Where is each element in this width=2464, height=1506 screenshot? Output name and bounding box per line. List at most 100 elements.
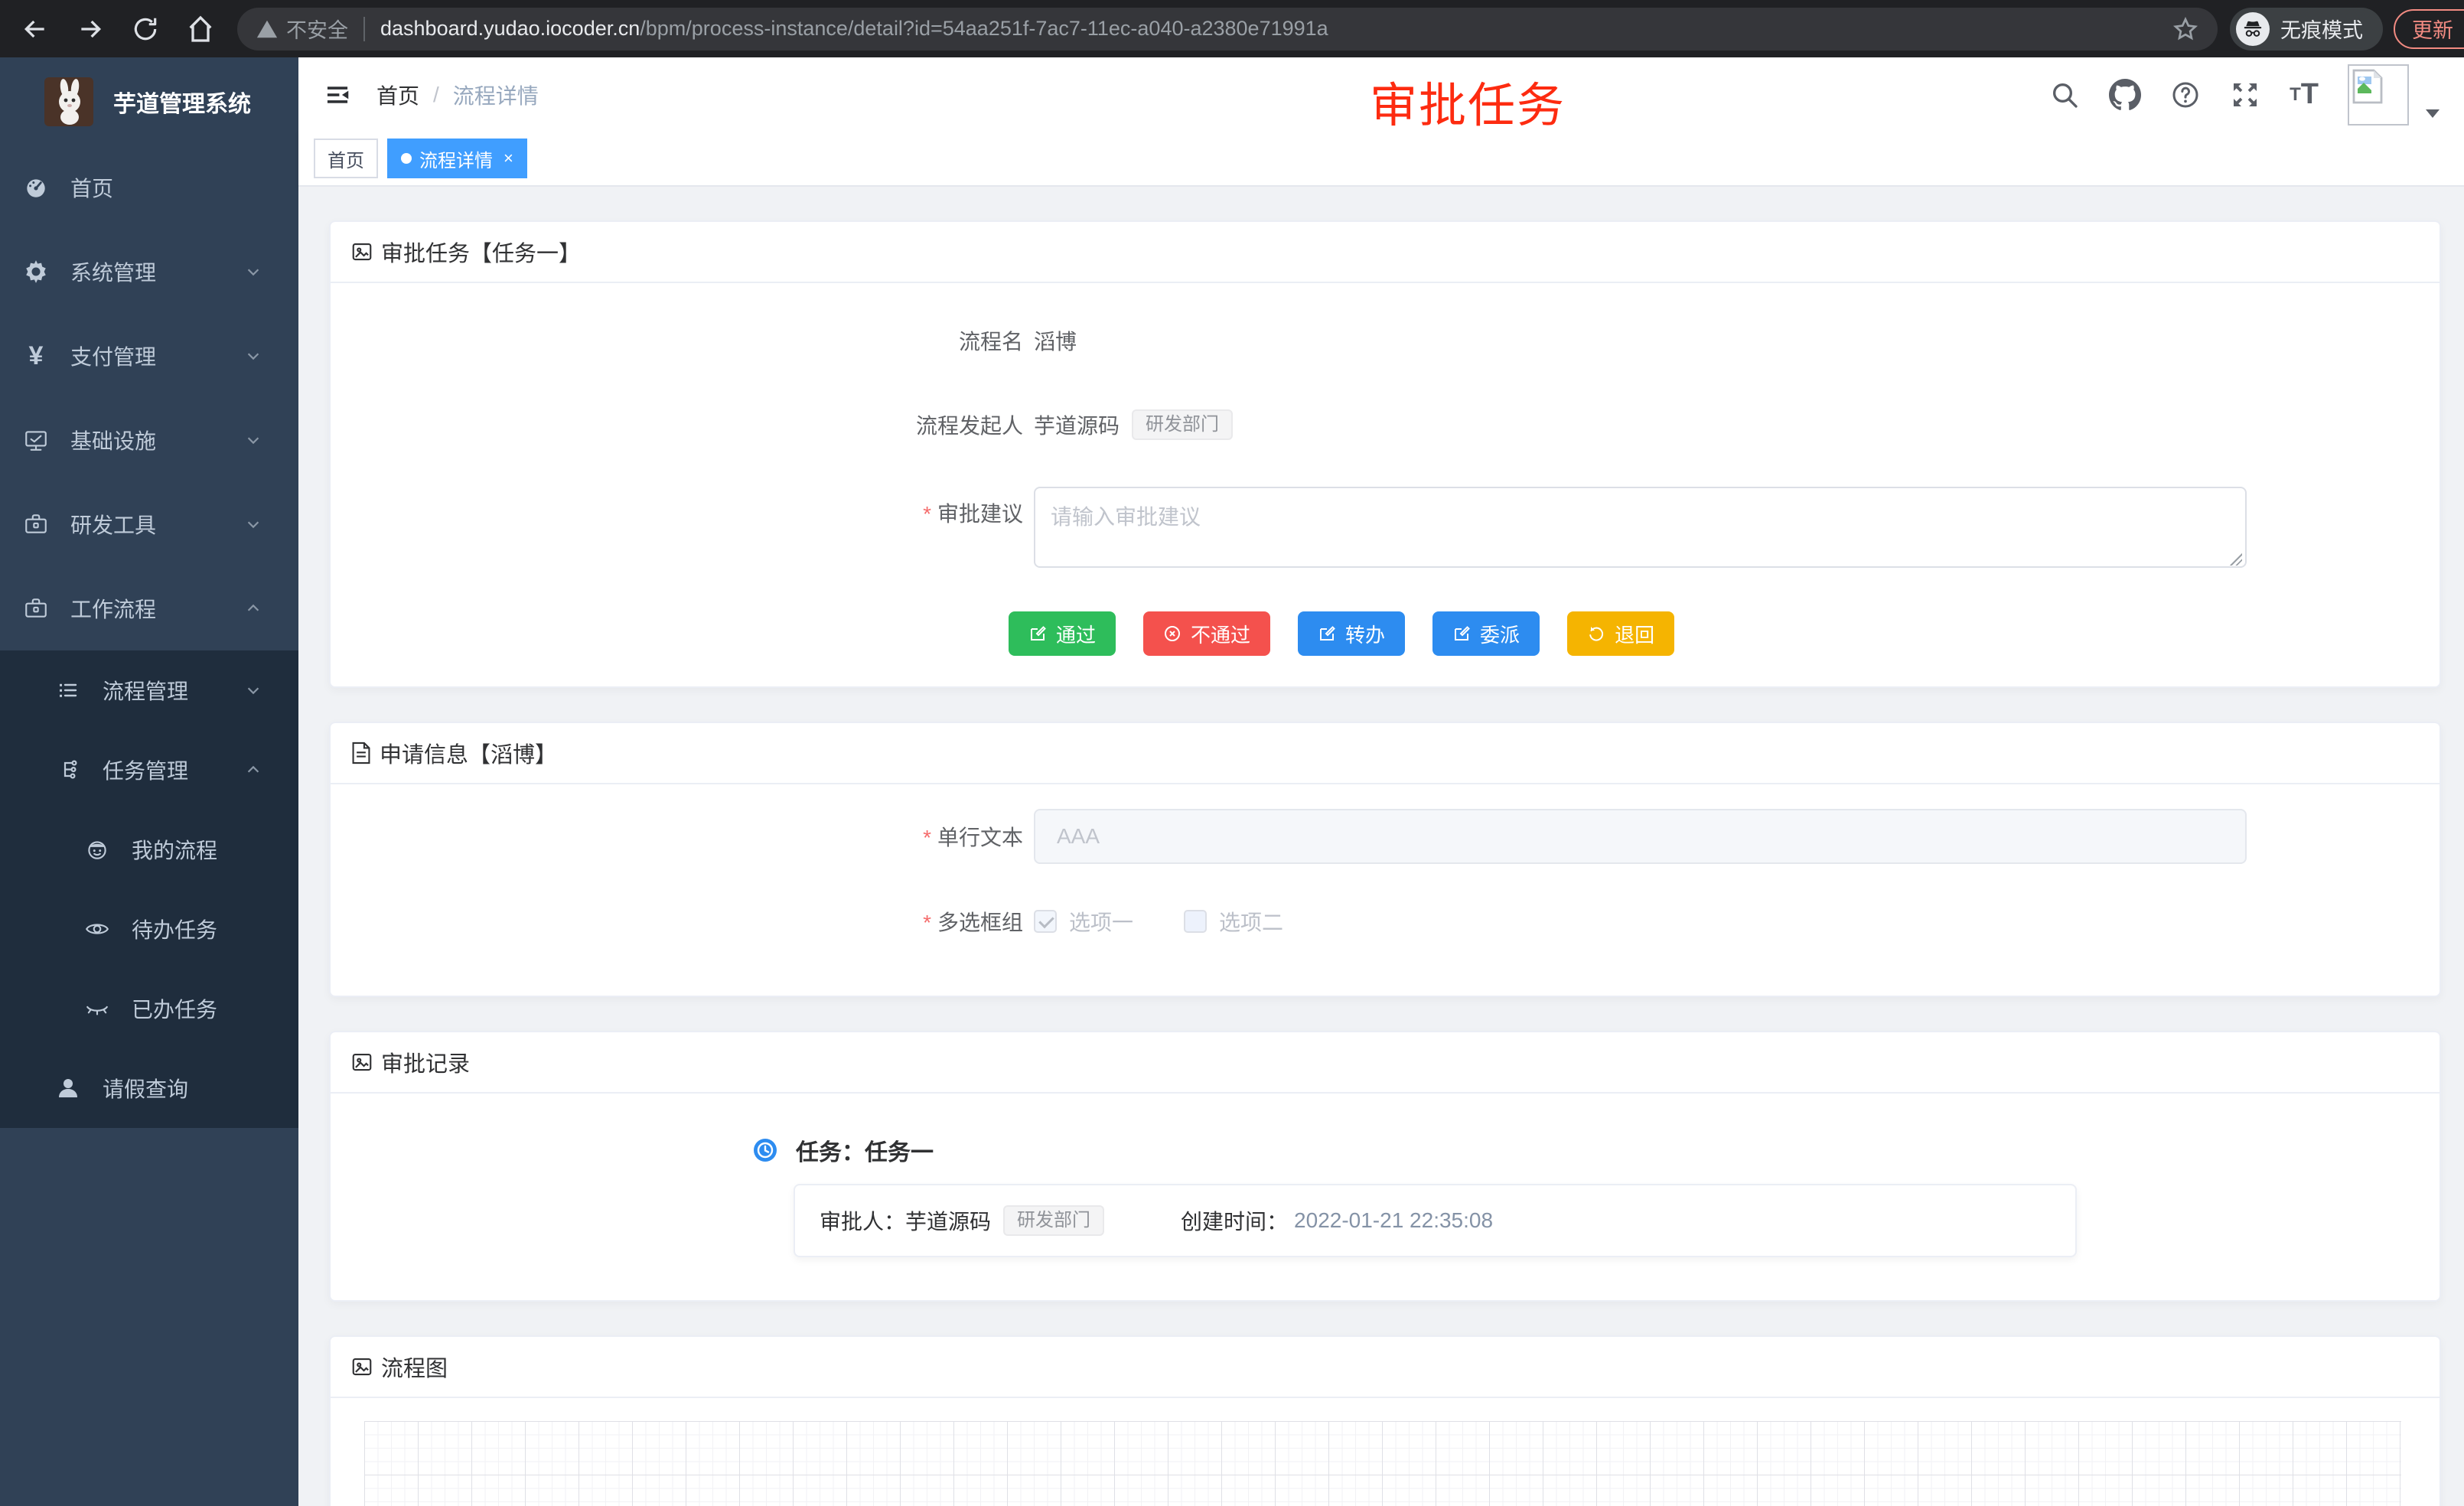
dashboard-icon [23,174,49,200]
sidebar-item-label: 任务管理 [103,755,188,785]
tab-label: 流程详情 [419,145,493,172]
fullscreen-icon[interactable] [2230,80,2260,110]
tab-label: 首页 [328,145,364,172]
sidebar-item-process-mgmt[interactable]: 流程管理 [0,650,298,730]
application-info-card: 申请信息【滔博】 *单行文本 *多选框组 选项一 [329,722,2441,997]
chevron-up-icon [245,600,262,617]
user-solid-icon [55,1076,81,1100]
process-name-value: 滔博 [1034,325,1077,356]
sidebar-item-my-process[interactable]: 我的流程 [0,810,298,889]
home-icon[interactable] [184,12,217,46]
help-icon[interactable] [2170,80,2201,110]
delegate-button[interactable]: 委派 [1432,611,1540,656]
eye-open-icon [84,915,110,943]
tab-process-detail[interactable]: 流程详情 × [387,139,527,178]
sidebar-item-infra[interactable]: 基础设施 [0,398,298,482]
sidebar-item-label: 工作流程 [70,593,156,624]
picture-icon [350,1051,373,1074]
sidebar-item-task-mgmt[interactable]: 任务管理 [0,730,298,810]
breadcrumb: 首页 / 流程详情 [376,80,539,110]
url-path: /bpm/process-instance/detail?id=54aa251f… [640,17,1328,40]
workflow-submenu: 流程管理 任务管理 我的流程 [0,650,298,1128]
incognito-label: 无痕模式 [2280,14,2363,44]
forward-icon[interactable] [73,12,107,46]
edit-icon [1318,624,1336,643]
address-bar[interactable]: 不安全 dashboard.yudao.iocoder.cn/bpm/proce… [237,8,2218,51]
bpmn-canvas-grid[interactable] [364,1421,2401,1506]
approval-task-card: 审批任务【任务一】 流程名 滔博 流程发起人 芋道源码 研发部门 [329,220,2441,688]
update-button[interactable]: 更新 [2394,9,2464,49]
single-text-label: 单行文本 [937,826,1023,849]
sidebar-item-label: 研发工具 [70,509,156,539]
screen: 不安全 dashboard.yudao.iocoder.cn/bpm/proce… [0,0,2464,1506]
tab-close-icon[interactable]: × [504,148,513,168]
sidebar: 芋道管理系统 首页 系统管理 ¥ [0,57,298,1506]
tabbar: 首页 流程详情 × [298,132,2464,187]
initiator-value: 芋道源码 研发部门 [1034,409,1233,440]
active-dot-icon [401,153,412,164]
single-text-input[interactable] [1034,809,2247,864]
chevron-down-icon [245,432,262,448]
card-title: 审批任务【任务一】 [381,236,581,268]
approval-actions: 通过 不通过 转办 委 [1009,611,2440,656]
checkbox-group: 选项一 选项二 [1034,906,1334,937]
sidebar-item-label: 流程管理 [103,675,188,706]
sidebar-item-home[interactable]: 首页 [0,145,298,230]
task-title: 任务：任务一 [796,1133,934,1167]
suggestion-textarea[interactable] [1034,487,2247,568]
sidebar-item-label: 请假查询 [103,1073,188,1103]
search-icon[interactable] [2049,80,2080,110]
font-size-icon[interactable]: TT [2290,78,2319,111]
sidebar-item-label: 支付管理 [70,341,156,371]
broken-image-icon [2348,64,2409,126]
sidebar-item-done-tasks[interactable]: 已办任务 [0,969,298,1048]
breadcrumb-separator: / [433,83,439,107]
return-button[interactable]: 退回 [1567,611,1674,656]
sidebar-toggle-icon[interactable] [323,80,352,109]
tab-home[interactable]: 首页 [314,139,378,178]
top-navbar: 首页 / 流程详情 审批任务 [298,57,2464,132]
checkbox-option-1[interactable]: 选项一 [1034,906,1133,937]
chevron-down-icon [245,347,262,364]
sidebar-item-todo-tasks[interactable]: 待办任务 [0,889,298,969]
yen-icon: ¥ [23,343,49,369]
transfer-button[interactable]: 转办 [1298,611,1405,656]
record-timeline: 任务：任务一 [753,1133,2440,1167]
sidebar-item-label: 我的流程 [132,834,217,865]
gear-icon [23,259,49,285]
sidebar-item-devtools[interactable]: 研发工具 [0,482,298,566]
process-diagram-card: 流程图 [329,1335,2441,1506]
breadcrumb-home[interactable]: 首页 [376,80,419,110]
refresh-left-icon [1587,624,1605,643]
annotation-overlay: 审批任务 [1370,67,1566,135]
checkbox-option-2[interactable]: 选项二 [1184,906,1283,937]
back-icon[interactable] [18,12,52,46]
sidebar-item-system[interactable]: 系统管理 [0,230,298,314]
picture-icon [350,240,373,263]
user-avatar[interactable] [2348,64,2441,126]
monitor-icon [23,427,49,453]
card-title: 审批记录 [381,1046,470,1078]
bookmark-star-icon[interactable] [2172,15,2199,43]
sidebar-item-workflow[interactable]: 工作流程 [0,566,298,650]
sidebar-item-leave-query[interactable]: 请假查询 [0,1048,298,1128]
reject-button[interactable]: 不通过 [1143,611,1270,656]
sidebar-item-label: 已办任务 [132,993,217,1024]
assignee-name: 芋道源码 [905,1205,991,1236]
initiator-dept-tag: 研发部门 [1132,409,1233,440]
required-asterisk: * [923,502,931,526]
clock-badge-icon [753,1138,777,1162]
sidebar-item-label: 基础设施 [70,425,156,455]
initiator-label: 流程发起人 [331,409,1023,440]
process-name-label: 流程名 [331,325,1023,356]
textarea-resize-handle[interactable] [2230,553,2242,566]
picture-icon [350,1355,373,1378]
sidebar-item-payment[interactable]: ¥ 支付管理 [0,314,298,398]
approve-button[interactable]: 通过 [1009,611,1116,656]
checkbox-unchecked-icon [1184,910,1207,933]
github-icon[interactable] [2109,79,2141,111]
sidebar-logo-row[interactable]: 芋道管理系统 [0,57,298,145]
card-header: 申请信息【滔博】 [331,723,2440,784]
reload-icon[interactable] [129,12,162,46]
sidebar-item-label: 系统管理 [70,256,156,287]
